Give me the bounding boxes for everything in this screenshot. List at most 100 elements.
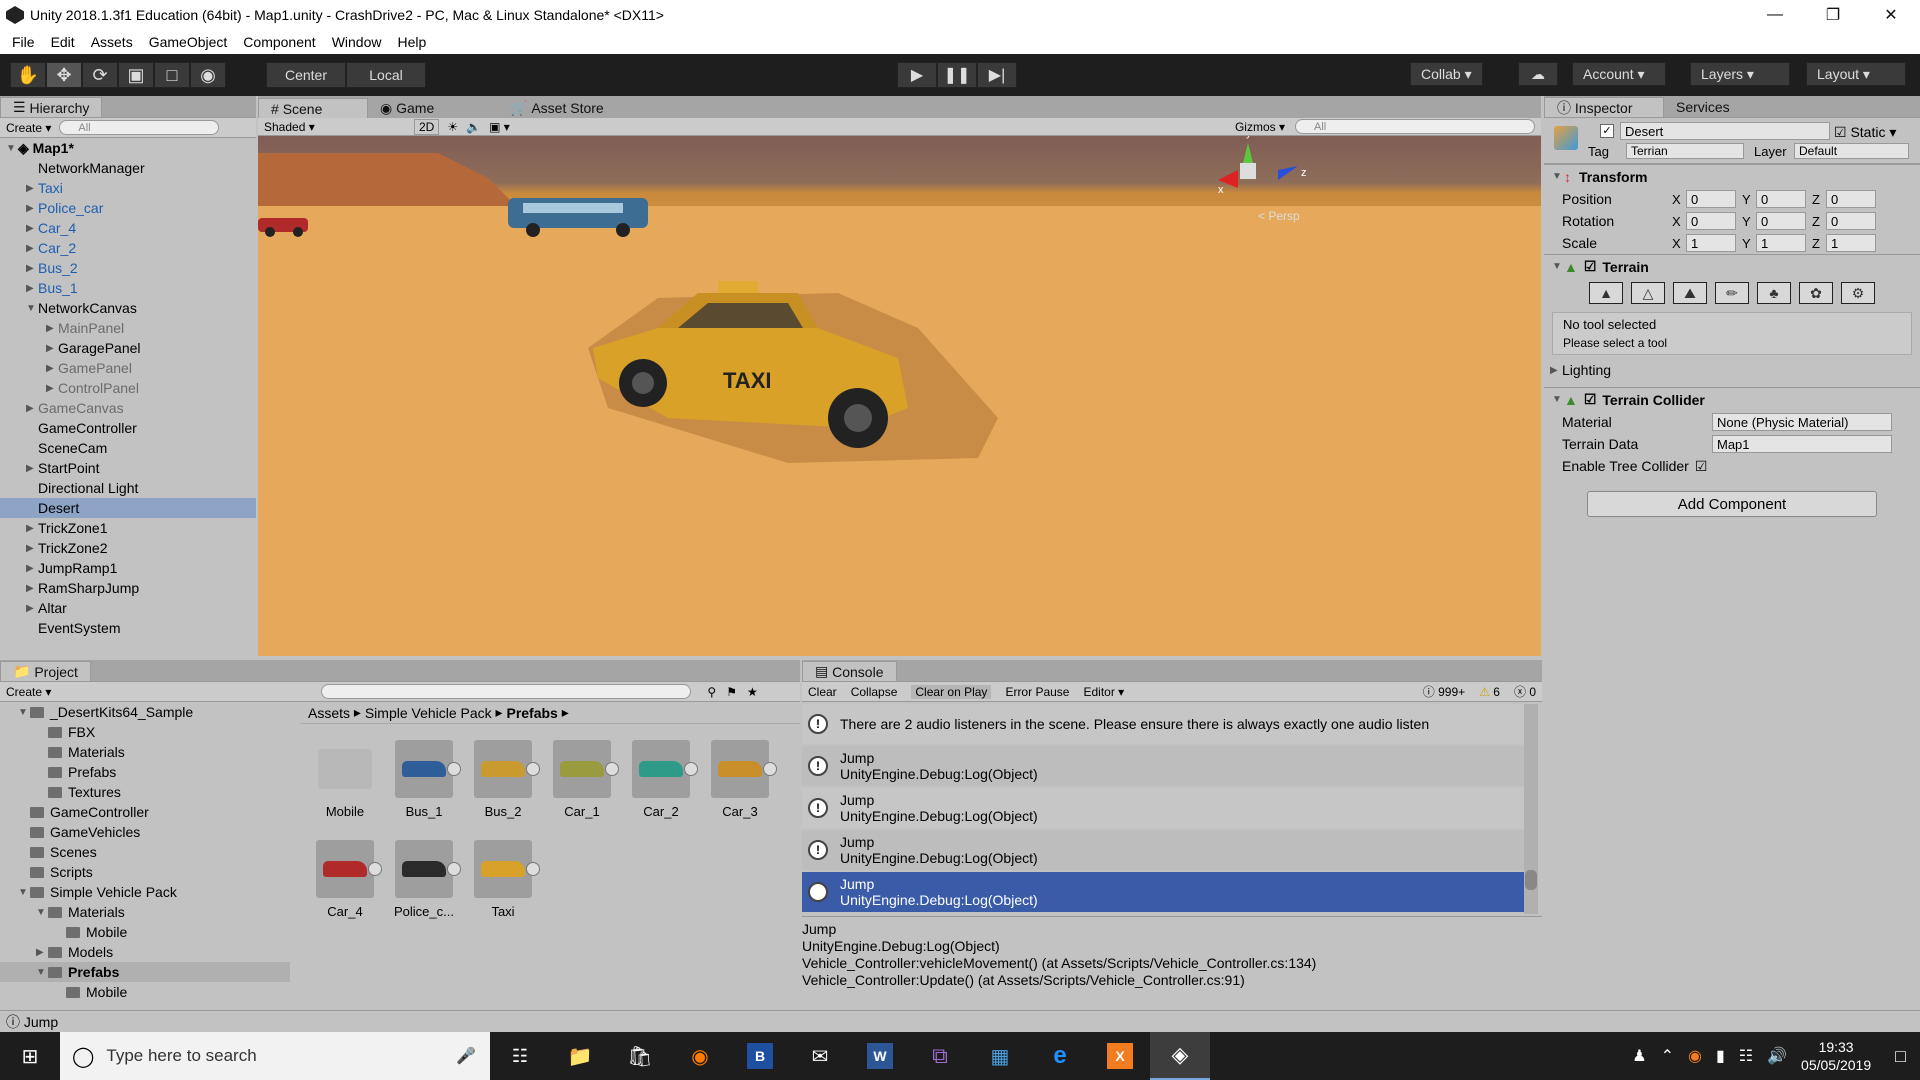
scale-tool-icon[interactable]: ▣ [118,62,154,88]
asset-prefab[interactable]: Car_3 [705,740,777,819]
tab-asset-store[interactable]: 🛒 Asset Store [498,98,638,118]
gizmos-dropdown[interactable]: Gizmos ▾ [1235,120,1285,134]
transform-x-field[interactable]: 0 [1686,212,1736,230]
filter-label-icon[interactable]: ⚑ [726,685,737,699]
transform-z-field[interactable]: 0 [1826,190,1876,208]
persp-label[interactable]: < Persp [1258,209,1300,223]
transform-z-field[interactable]: 0 [1826,212,1876,230]
close-button[interactable]: ✕ [1862,0,1920,30]
asset-prefab[interactable]: Car_2 [626,740,698,819]
notifications-icon[interactable]: □ [1895,1046,1906,1067]
collapse-arrow-icon[interactable]: ▶ [26,583,38,594]
asset-prefab[interactable]: Bus_1 [389,740,461,819]
tree-collider-checkbox[interactable]: ☑ [1695,458,1708,475]
layers-dropdown[interactable]: Layers ▾ [1690,62,1790,86]
hierarchy-item[interactable]: ▶ StartPoint [0,458,256,478]
console-clear-button[interactable]: Clear [808,685,837,699]
terrain-enabled-checkbox[interactable]: ☑ [1584,258,1597,275]
scene-view[interactable]: TAXI y z x < Persp [258,118,1541,656]
tab-services[interactable]: Services [1664,97,1764,117]
hierarchy-item[interactable]: ▶ Police_car [0,198,256,218]
transform-x-field[interactable]: 0 [1686,190,1736,208]
battery-icon[interactable]: ▮ [1716,1046,1725,1066]
hierarchy-item[interactable]: ▶ GaragePanel [0,338,256,358]
project-folder-item[interactable]: ▼ Simple Vehicle Pack [0,882,290,902]
add-component-button[interactable]: Add Component [1587,491,1877,517]
menu-gameobject[interactable]: GameObject [141,34,236,50]
hierarchy-item[interactable]: ▶ GamePanel [0,358,256,378]
transform-y-field[interactable]: 1 [1756,234,1806,252]
volume-icon[interactable]: 🔊 [1767,1046,1787,1066]
people-icon[interactable]: ♟ [1632,1046,1646,1066]
asset-folder[interactable]: Mobile [310,740,380,819]
project-folder-item[interactable]: Scenes [0,842,290,862]
expand-prefab-icon[interactable] [763,762,777,776]
step-button[interactable]: ▶| [977,62,1017,88]
pivot-local-button[interactable]: Local [346,62,426,88]
play-button[interactable]: ▶ [897,62,937,88]
tab-project[interactable]: 📁 Project [0,661,91,681]
asset-prefab[interactable]: Taxi [468,840,540,919]
warn-count-toggle[interactable]: ⚠ 6 [1479,685,1500,699]
project-folder-item[interactable]: ▼ Prefabs [0,962,290,982]
console-scrollbar[interactable] [1524,704,1538,914]
expand-arrow-icon[interactable]: ▼ [36,907,48,918]
hierarchy-item[interactable]: NetworkManager [0,158,256,178]
collapse-arrow-icon[interactable]: ▶ [26,203,38,214]
move-tool-icon[interactable]: ✥ [46,62,82,88]
collapse-arrow-icon[interactable]: ▶ [26,223,38,234]
hierarchy-item[interactable]: ▶ TrickZone2 [0,538,256,558]
minimize-button[interactable]: — [1746,0,1804,30]
collapse-arrow-icon[interactable]: ▶ [26,403,38,414]
terrain-settings-icon[interactable]: ⚙ [1841,282,1875,304]
console-error-pause-toggle[interactable]: Error Pause [1005,685,1069,699]
hierarchy-item[interactable]: ▶ TrickZone1 [0,518,256,538]
shading-mode-dropdown[interactable]: Shaded ▾ [264,120,404,134]
console-log-entry[interactable]: ! Jump UnityEngine.Debug:Log(Object) [802,830,1524,870]
file-explorer-icon[interactable]: 📁 [550,1032,610,1080]
scene-search-input[interactable]: All [1295,119,1535,134]
layer-dropdown[interactable]: Default [1794,143,1909,159]
collider-enabled-checkbox[interactable]: ☑ [1584,391,1597,408]
expand-prefab-icon[interactable] [368,862,382,876]
collapse-arrow-icon[interactable]: ▶ [26,243,38,254]
task-view-icon[interactable]: ☷ [490,1032,550,1080]
project-folder-item[interactable]: Prefabs [0,762,290,782]
expand-prefab-icon[interactable] [526,762,540,776]
hierarchy-item[interactable]: ▶ Bus_2 [0,258,256,278]
project-folder-item[interactable]: Mobile [0,982,290,1002]
breadcrumb-vehicle-pack[interactable]: Simple Vehicle Pack [365,705,492,721]
hierarchy-item[interactable]: ▶ Bus_1 [0,278,256,298]
tray-chevron-icon[interactable]: ⌃ [1661,1046,1674,1066]
hierarchy-create-button[interactable]: Create ▾ [6,121,51,135]
asset-prefab[interactable]: Bus_2 [468,740,540,819]
hierarchy-search-input[interactable]: All [59,120,220,135]
menu-window[interactable]: Window [324,34,390,50]
account-dropdown[interactable]: Account ▾ [1572,62,1666,86]
scene-root[interactable]: ▼ ◈ Map1* [0,138,256,158]
hierarchy-item[interactable]: ▶ JumpRamp1 [0,558,256,578]
collapse-arrow-icon[interactable]: ▶ [46,383,58,394]
project-folder-item[interactable]: GameController [0,802,290,822]
static-checkbox[interactable]: ☑ Static ▾ [1834,124,1896,141]
terrain-collider-header[interactable]: ▼ ▲ ☑ Terrain Collider [1544,387,1920,411]
tag-dropdown[interactable]: Terrian [1626,143,1744,159]
console-scroll-thumb[interactable] [1525,870,1537,890]
expand-arrow-icon[interactable]: ▼ [18,707,30,718]
network-app-icon[interactable]: ▦ [970,1032,1030,1080]
tab-game[interactable]: ◉ Game [368,98,498,118]
collab-dropdown[interactable]: Collab ▾ [1410,62,1483,86]
filter-type-icon[interactable]: ⚲ [707,685,716,699]
expand-arrow-icon[interactable]: ▼ [36,967,48,978]
hierarchy-item[interactable]: Directional Light [0,478,256,498]
lighting-foldout[interactable]: ▶ Lighting [1544,359,1920,381]
xampp-icon[interactable]: X [1090,1032,1150,1080]
hierarchy-item[interactable]: ▶ MainPanel [0,318,256,338]
hand-tool-icon[interactable]: ✋ [10,62,46,88]
console-log-entry[interactable]: ! Jump UnityEngine.Debug:Log(Object) [802,746,1524,786]
expand-prefab-icon[interactable] [605,762,619,776]
word-icon[interactable]: W [850,1032,910,1080]
console-editor-dropdown[interactable]: Editor ▾ [1083,685,1124,699]
transform-z-field[interactable]: 1 [1826,234,1876,252]
audio-toggle-icon[interactable]: 🔈 [466,120,481,134]
